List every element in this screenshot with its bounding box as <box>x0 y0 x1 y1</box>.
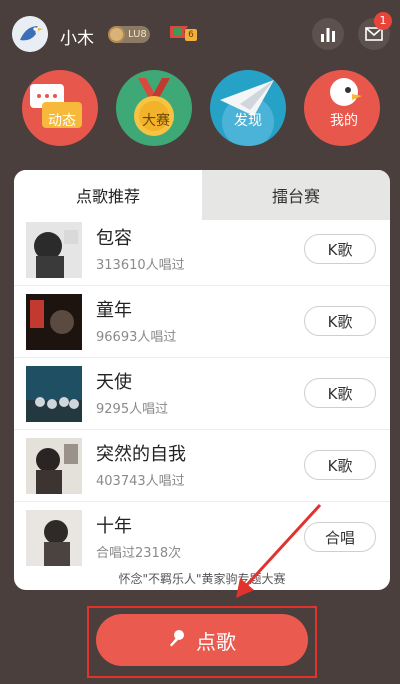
song-row[interactable]: 包容 313610人唱过 K歌 <box>14 214 390 286</box>
nav-discover-label: 发现 <box>234 113 262 129</box>
nav-contest-label: 大赛 <box>142 113 170 129</box>
bird-icon <box>330 78 362 106</box>
bar-chart-icon <box>321 28 335 42</box>
karaoke-button[interactable]: K歌 <box>304 378 376 408</box>
karaoke-button[interactable]: K歌 <box>304 450 376 480</box>
microphone-icon <box>168 628 186 652</box>
karaoke-button[interactable]: K歌 <box>304 306 376 336</box>
album-cover <box>26 438 82 494</box>
nav-profile-label: 我的 <box>330 113 358 129</box>
nav-contest[interactable] <box>116 70 192 146</box>
song-title: 天使 <box>96 372 132 393</box>
song-row[interactable]: 天使 9295人唱过 K歌 <box>14 358 390 430</box>
top-bar: 小木 LU8 6 1 <box>0 0 400 66</box>
flag-count: 6 <box>185 29 197 41</box>
ranking-button[interactable] <box>312 18 344 50</box>
chorus-button[interactable]: 合唱 <box>304 522 376 552</box>
paper-plane-icon <box>220 80 274 146</box>
song-row[interactable]: 突然的自我 403743人唱过 K歌 <box>14 430 390 502</box>
order-song-label: 点歌 <box>196 629 236 654</box>
level-badge: LU8 <box>108 26 150 43</box>
song-title: 十年 <box>96 516 132 537</box>
tab-bar: 点歌推荐 擂台赛 <box>14 170 390 220</box>
song-title: 包容 <box>96 228 132 249</box>
song-sing-count: 9295人唱过 <box>96 402 169 417</box>
contest-banner-text[interactable]: 怀念"不羁乐人"黄家驹专题大赛 <box>14 570 390 587</box>
song-title: 突然的自我 <box>96 444 186 465</box>
bird-avatar-icon <box>12 16 48 52</box>
tab-recommend[interactable]: 点歌推荐 <box>14 170 202 220</box>
order-song-button[interactable]: 点歌 <box>96 614 308 666</box>
username: 小木 <box>60 29 94 49</box>
chat-bubble-icon <box>30 84 82 128</box>
song-card: 点歌推荐 擂台赛 包容 313610人唱过 K歌 童年 96693人唱过 K歌 <box>14 170 390 590</box>
medal-icon <box>134 78 174 136</box>
coin-icon <box>108 26 125 43</box>
nav-profile[interactable] <box>304 70 380 146</box>
level-text: LU8 <box>128 29 147 40</box>
tab-arena[interactable]: 擂台赛 <box>202 170 390 220</box>
album-cover <box>26 294 82 350</box>
album-cover <box>26 366 82 422</box>
song-row[interactable]: 十年 合唱过2318次 合唱 <box>14 502 390 566</box>
notification-badge: 1 <box>374 12 392 30</box>
avatar[interactable] <box>12 16 48 52</box>
song-sing-count: 403743人唱过 <box>96 474 185 489</box>
nav-feed[interactable] <box>22 70 98 146</box>
song-row[interactable]: 童年 96693人唱过 K歌 <box>14 286 390 358</box>
album-cover <box>26 222 82 278</box>
nav-discover[interactable] <box>210 70 286 146</box>
nav-feed-label: 动态 <box>48 113 76 129</box>
song-sing-count: 313610人唱过 <box>96 258 185 273</box>
song-title: 童年 <box>96 300 132 321</box>
album-cover <box>26 510 82 566</box>
song-sing-count: 96693人唱过 <box>96 330 177 345</box>
karaoke-button[interactable]: K歌 <box>304 234 376 264</box>
song-chorus-count: 合唱过2318次 <box>96 546 182 561</box>
